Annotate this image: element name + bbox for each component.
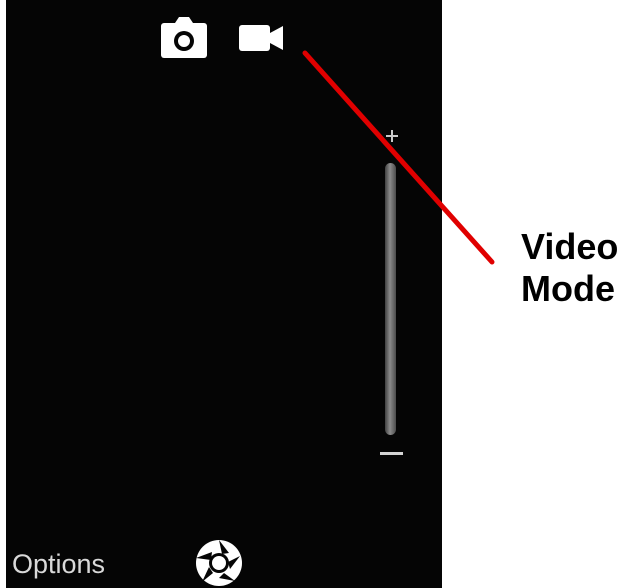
annotated-camera-screenshot: Options Video Mode [0,0,626,588]
zoom-track[interactable] [385,163,396,435]
video-mode-callout: Video Mode [521,226,619,309]
options-button[interactable]: Options [12,549,105,580]
plus-icon[interactable] [384,128,400,144]
aperture-icon [196,540,242,586]
zoom-slider[interactable] [376,128,408,463]
camera-preview-screen: Options [6,0,442,588]
minus-icon[interactable] [379,451,404,457]
camera-mode-switcher [158,16,288,60]
camera-icon[interactable] [158,16,210,60]
video-camera-icon[interactable] [238,23,284,53]
shutter-button[interactable] [194,538,244,588]
